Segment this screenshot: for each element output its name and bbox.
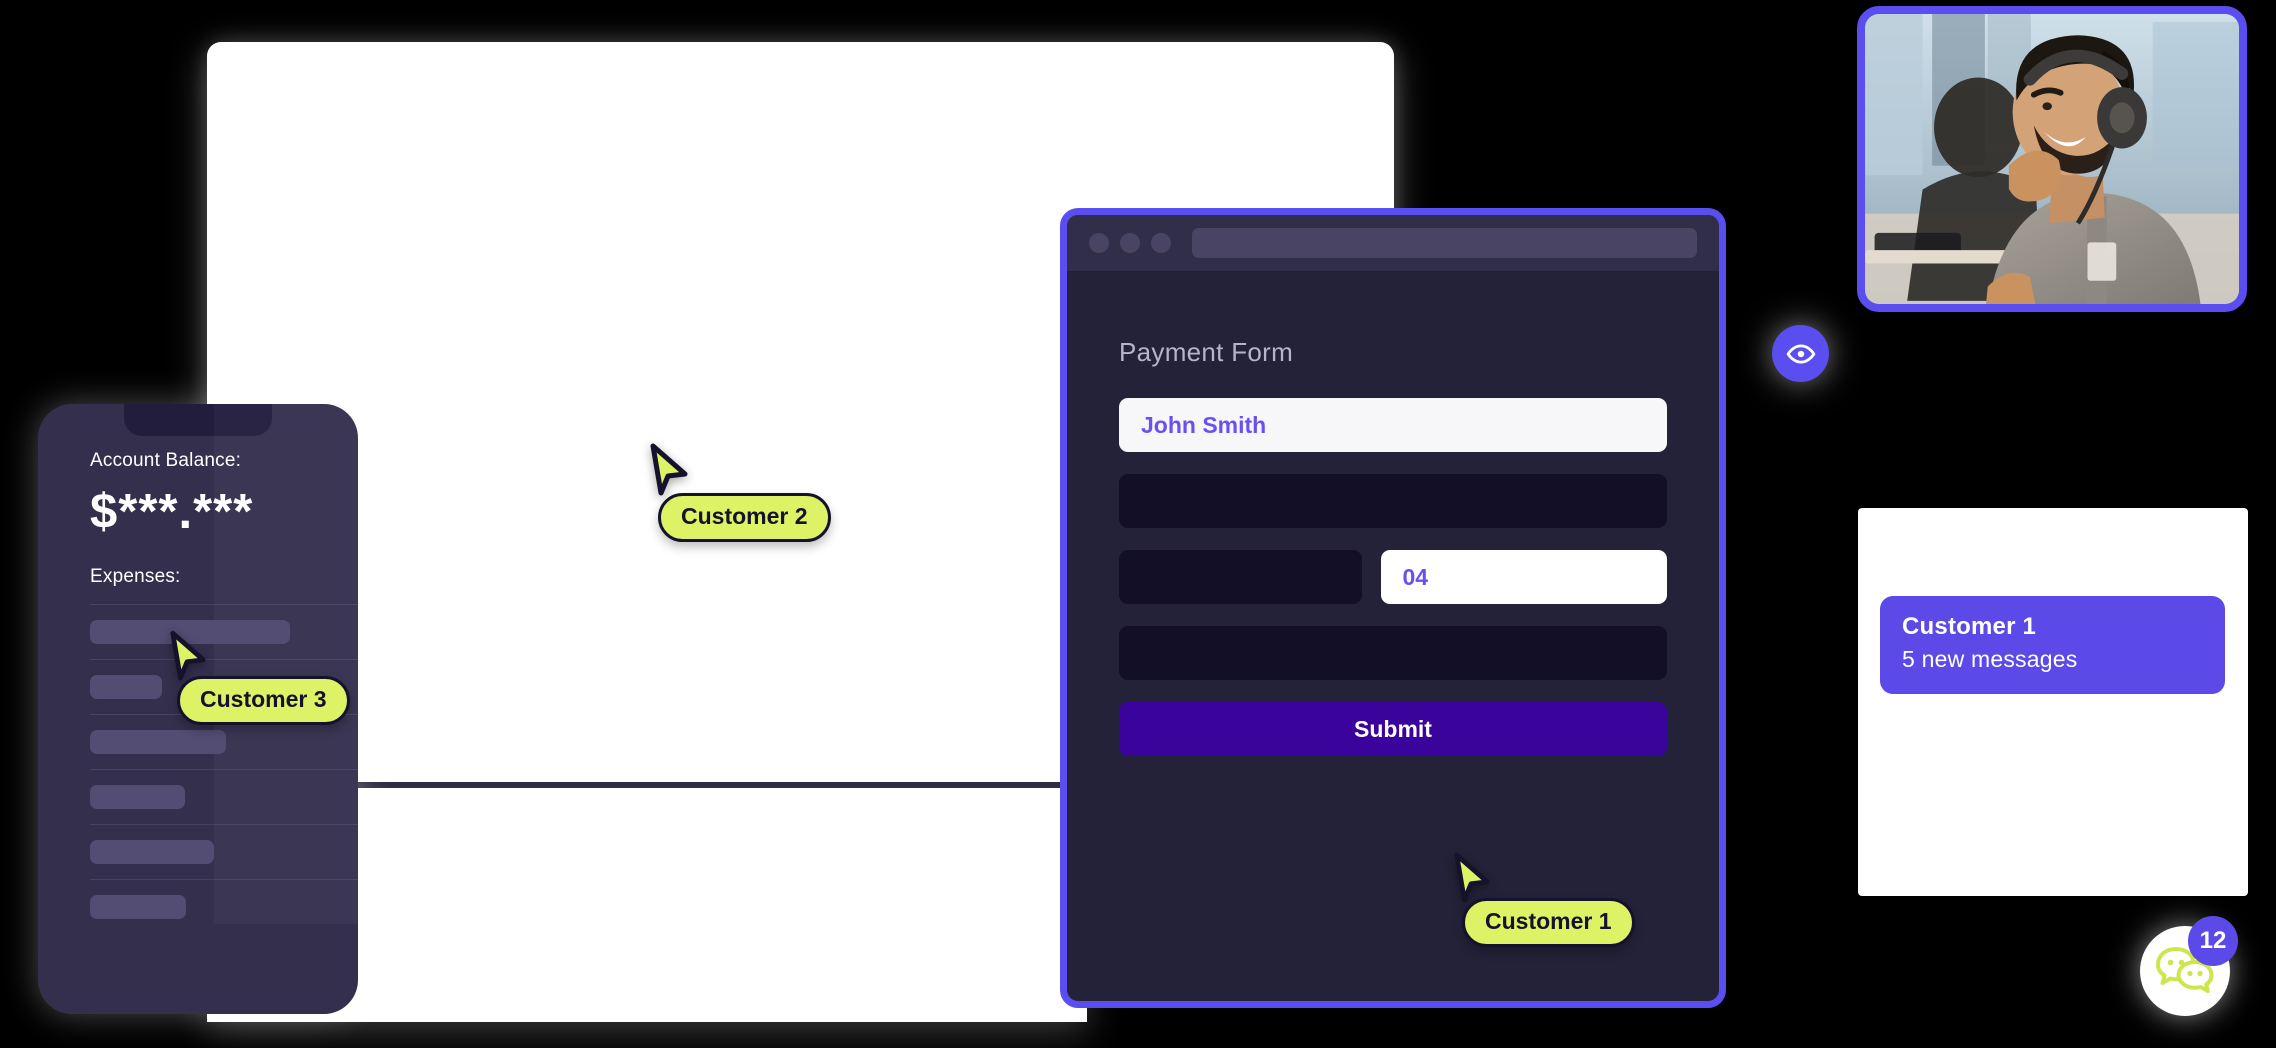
expense-bar bbox=[90, 675, 162, 699]
cursor-arrow-icon bbox=[650, 443, 688, 496]
notification-title: Customer 1 bbox=[1902, 613, 2037, 640]
expense-bar bbox=[90, 730, 226, 754]
notification-banner[interactable]: Customer 1 5 new messages bbox=[1880, 596, 2225, 694]
expiry-year-field[interactable]: 04 bbox=[1380, 550, 1667, 604]
url-input[interactable] bbox=[1192, 228, 1697, 258]
cursor-customer-3: Customer 3 bbox=[168, 630, 350, 725]
eye-toggle-button[interactable] bbox=[1772, 325, 1829, 382]
account-balance-value: $***.*** bbox=[90, 485, 254, 539]
expense-row bbox=[90, 769, 358, 824]
cursor-customer-2: Customer 2 bbox=[648, 443, 831, 542]
expiry-row: 04 bbox=[1119, 550, 1667, 604]
browser-title-bar bbox=[1067, 215, 1719, 271]
form-title: Payment Form bbox=[1119, 337, 1294, 367]
card-number-field[interactable] bbox=[1119, 474, 1667, 528]
screen: Account Balance: $***.*** Expenses: Paym… bbox=[0, 0, 2276, 1048]
expense-bar bbox=[90, 840, 214, 864]
phone-notch bbox=[124, 404, 272, 436]
expense-bar bbox=[90, 785, 185, 809]
eye-icon bbox=[1786, 343, 1815, 364]
account-balance-label: Account Balance: bbox=[90, 450, 242, 471]
expense-bar bbox=[90, 895, 186, 919]
expense-row bbox=[90, 824, 358, 879]
maximize-dot-icon[interactable] bbox=[1151, 233, 1171, 253]
submit-button[interactable]: Submit bbox=[1119, 702, 1667, 756]
cursor-label-customer-1: Customer 1 bbox=[1462, 898, 1635, 947]
cursor-label-customer-2: Customer 2 bbox=[658, 493, 831, 542]
close-dot-icon[interactable] bbox=[1089, 233, 1109, 253]
agent-video-card[interactable] bbox=[1857, 6, 2247, 312]
expenses-label: Expenses: bbox=[90, 566, 181, 587]
messages-card: Customer 1 5 new messages bbox=[1858, 508, 2248, 896]
cvv-field[interactable] bbox=[1119, 626, 1667, 680]
notification-subtitle: 5 new messages bbox=[1902, 646, 2078, 672]
chat-unread-badge: 12 bbox=[2188, 916, 2238, 966]
cursor-label-customer-3: Customer 3 bbox=[177, 676, 350, 725]
cardholder-name-field[interactable]: John Smith bbox=[1119, 398, 1667, 452]
cursor-customer-1: Customer 1 bbox=[1452, 852, 1635, 947]
support-agent-photo bbox=[1865, 14, 2239, 304]
expiry-month-field[interactable] bbox=[1119, 550, 1362, 604]
minimize-dot-icon[interactable] bbox=[1120, 233, 1140, 253]
expense-row bbox=[90, 879, 358, 934]
payment-form: Payment Form John Smith 04 Submit bbox=[1067, 271, 1719, 756]
